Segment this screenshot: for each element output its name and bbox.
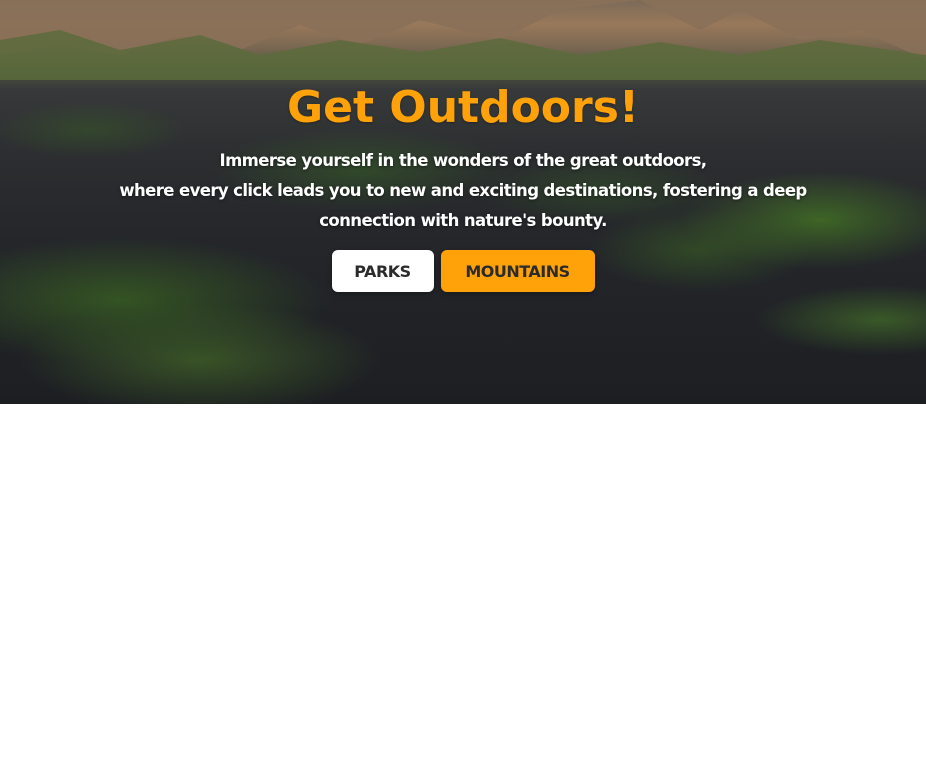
hero-button-group: PARKS MOUNTAINS: [0, 250, 926, 292]
hero-title: Get Outdoors!: [287, 82, 639, 133]
page-body-empty: [0, 404, 926, 765]
hero-subtitle-line: Immerse yourself in the wonders of the g…: [219, 151, 708, 170]
hero-subtitle-line: where every click leads you to new and e…: [119, 181, 807, 200]
mountains-button[interactable]: MOUNTAINS: [440, 250, 595, 292]
parks-button[interactable]: PARKS: [331, 250, 434, 292]
hero-content: Get Outdoors! Immerse yourself in the wo…: [0, 78, 926, 292]
hero-banner: Get Outdoors! Immerse yourself in the wo…: [0, 0, 926, 404]
hero-subtitle: Immerse yourself in the wonders of the g…: [83, 146, 843, 236]
mountain-ridge-backdrop: [0, 0, 926, 80]
hero-subtitle-line: connection with nature's bounty.: [319, 211, 607, 230]
